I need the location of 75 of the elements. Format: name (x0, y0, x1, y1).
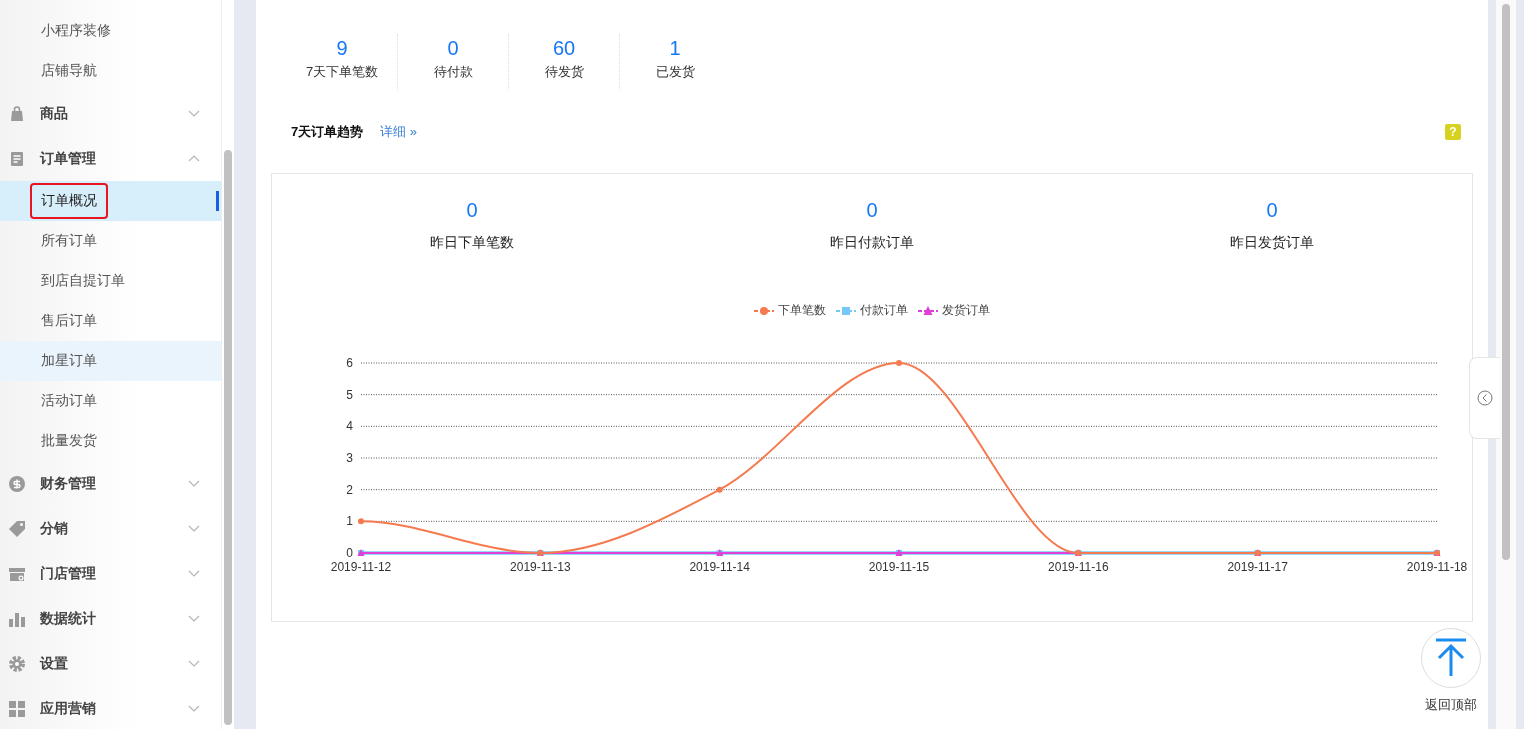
stat-label: 7天下单笔数 (305, 63, 379, 81)
section-title: 7天订单趋势 (291, 123, 364, 141)
axis-label: 2019-11-13 (510, 560, 571, 574)
stat-value: 0 (466, 198, 478, 223)
menu-item[interactable]: 店铺导航 (0, 51, 222, 91)
legend-swatch-icon (918, 305, 938, 316)
stat-value: 0 (447, 36, 459, 61)
detail-link[interactable]: 详细 » (380, 123, 418, 141)
axis-label: 2019-11-17 (1227, 560, 1288, 574)
menu-group[interactable]: 订单管理 (0, 136, 222, 181)
axis-label: 2019-11-16 (1048, 560, 1109, 574)
axis-label: 4 (346, 419, 353, 434)
collapse-handle[interactable] (1469, 357, 1500, 439)
menu-item[interactable]: 到店自提订单 (0, 261, 222, 301)
menu-item[interactable]: 所有订单 (0, 221, 222, 261)
stat-label: 待付款 (433, 63, 473, 81)
point (358, 518, 364, 525)
axis-label: 3 (346, 451, 353, 465)
active-indicator (216, 191, 220, 211)
axis-label: 0 (346, 546, 353, 560)
stat-label: 昨日付款订单 (830, 233, 914, 252)
stat-value: 9 (336, 36, 348, 61)
stat-label: 待发货 (544, 63, 584, 81)
menu-group[interactable]: 财务管理 (0, 461, 222, 506)
chevron-icon (188, 110, 201, 117)
axis-label: 1 (346, 514, 353, 529)
menu-group[interactable]: 门店管理 (0, 551, 222, 596)
coin-icon (8, 474, 26, 493)
tag-icon (8, 519, 26, 538)
axis-label: 2019-11-12 (330, 560, 392, 574)
stat-label: 昨日下单笔数 (430, 233, 514, 252)
chevron-left-icon (1477, 390, 1493, 406)
arrow-up-icon (1434, 638, 1468, 678)
menu-item[interactable]: 订单概况 (0, 181, 222, 221)
menu-group[interactable]: 商品 (0, 91, 222, 136)
chevron-icon (188, 660, 201, 667)
stat-value: 0 (866, 198, 878, 223)
menu-item[interactable]: 小程序装修 (0, 11, 222, 51)
menu-item[interactable]: 售后订单 (0, 301, 222, 341)
legend-swatch-icon (754, 305, 774, 316)
legend-item[interactable]: 下单笔数 (754, 302, 826, 319)
stat-label: 昨日发货订单 (1230, 233, 1314, 252)
axis-label: 2019-11-14 (689, 560, 750, 574)
menu-item[interactable]: 批量发货 (0, 421, 222, 461)
axis-label: 2019-11-15 (868, 560, 930, 574)
menu-group[interactable]: 设置 (0, 641, 222, 686)
legend-swatch-icon (836, 305, 856, 316)
document-icon (8, 149, 26, 168)
chevron-icon (188, 525, 201, 532)
menu-item[interactable]: 加星订单 (0, 341, 222, 381)
legend-item[interactable]: 发货订单 (918, 302, 990, 319)
gear-icon (8, 654, 26, 673)
chevron-icon (188, 705, 201, 712)
menu-group[interactable]: 应用营销 (0, 686, 222, 729)
chevron-icon (188, 615, 201, 622)
menu-group[interactable]: 数据统计 (0, 596, 222, 641)
point (896, 360, 902, 366)
menu-item[interactable]: 活动订单 (0, 381, 222, 421)
axis-label: 2 (346, 482, 353, 497)
chevron-icon (188, 480, 201, 487)
stat-label: 已发货 (655, 63, 695, 81)
axis-label: 2019-11-18 (1406, 560, 1468, 574)
stat-value: 60 (552, 36, 576, 61)
point (716, 486, 723, 493)
axis-label: 5 (346, 387, 353, 402)
back-to-top-label: 返回顶部 (1425, 696, 1477, 714)
stat-value: 1 (669, 36, 681, 61)
legend-item[interactable]: 付款订单 (836, 302, 908, 319)
chevron-icon (188, 570, 201, 577)
stat-value: 0 (1266, 198, 1278, 223)
bag-icon (8, 104, 26, 123)
menu-group[interactable]: 分销 (0, 506, 222, 551)
chevron-icon (188, 155, 201, 162)
grid-icon (8, 699, 26, 718)
axis-label: 6 (346, 356, 353, 370)
